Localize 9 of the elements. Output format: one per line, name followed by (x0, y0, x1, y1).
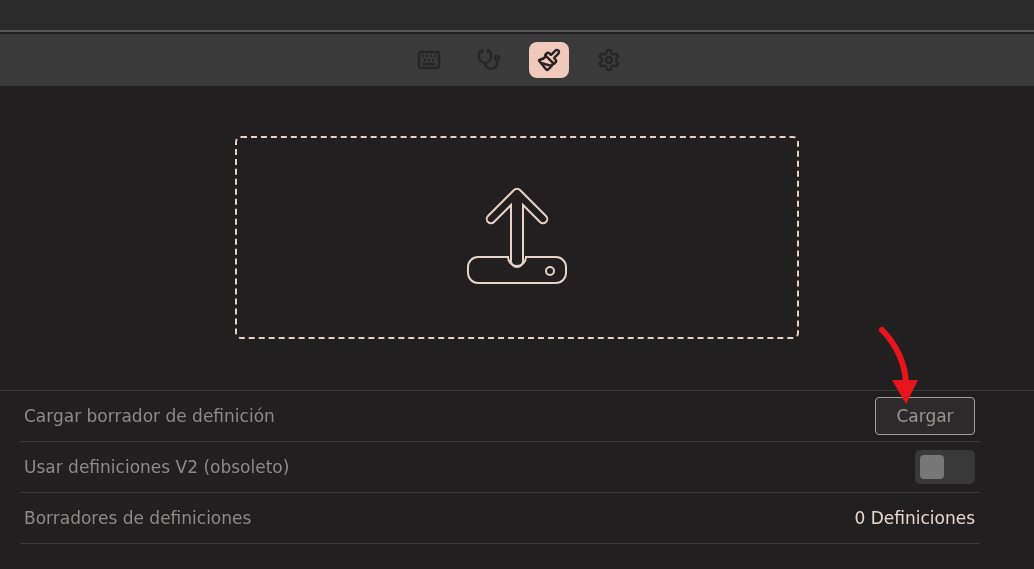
setting-label: Borradores de definiciones (24, 508, 252, 528)
setting-label: Cargar borrador de definición (24, 406, 275, 426)
toggle-switch[interactable] (915, 450, 975, 484)
brush-tab[interactable] (529, 42, 569, 78)
setting-label: Usar definiciones V2 (obsoleto) (24, 457, 290, 477)
brush-icon (537, 48, 561, 72)
setting-value: 0 Definiciones (854, 508, 975, 528)
upload-dropzone[interactable] (235, 136, 799, 339)
load-button[interactable]: Cargar (875, 397, 975, 435)
